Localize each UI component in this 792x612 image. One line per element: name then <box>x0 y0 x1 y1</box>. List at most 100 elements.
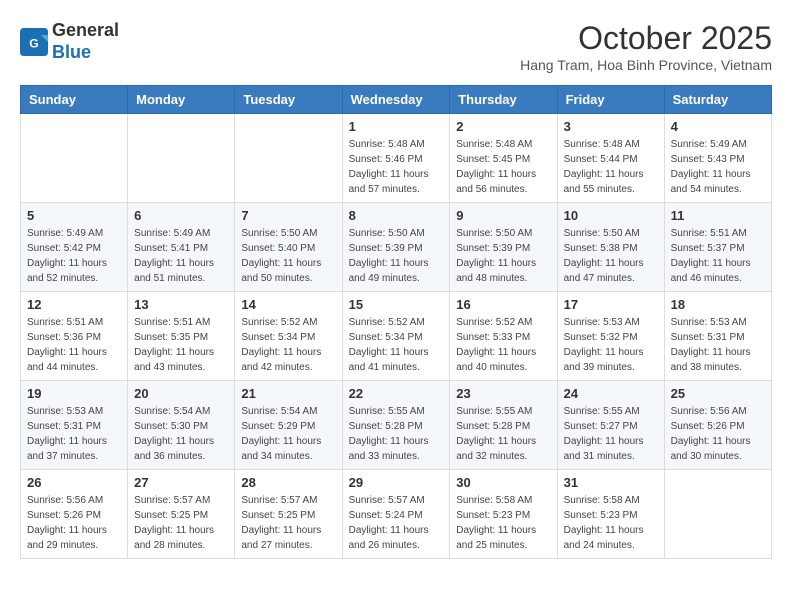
calendar-cell: 2 Sunrise: 5:48 AMSunset: 5:45 PMDaylight… <box>450 114 557 203</box>
day-header-tuesday: Tuesday <box>235 86 342 114</box>
cell-day-number: 15 <box>349 297 444 312</box>
cell-sun-info: Sunrise: 5:57 AMSunset: 5:25 PMDaylight:… <box>241 493 335 553</box>
calendar-cell: 14Sunrise: 5:52 AMSunset: 5:34 PMDayligh… <box>235 292 342 381</box>
title-area: October 2025 Hang Tram, Hoa Binh Provinc… <box>520 20 772 73</box>
cell-sun-info: Sunrise: 5:54 AMSunset: 5:29 PMDaylight:… <box>241 404 335 464</box>
logo-icon: G <box>20 28 48 56</box>
cell-sun-info: Sunrise: 5:48 AMSunset: 5:45 PMDaylight:… <box>456 137 550 197</box>
cell-day-number: 30 <box>456 475 550 490</box>
cell-day-number: 31 <box>564 475 658 490</box>
cell-sun-info: Sunrise: 5:51 AMSunset: 5:35 PMDaylight:… <box>134 315 228 375</box>
cell-sun-info: Sunrise: 5:51 AMSunset: 5:37 PMDaylight:… <box>671 226 765 286</box>
cell-sun-info: Sunrise: 5:51 AMSunset: 5:36 PMDaylight:… <box>27 315 121 375</box>
cell-day-number: 4 <box>671 119 765 134</box>
calendar-cell: 18 Sunrise: 5:53 AMSunset: 5:31 PMDayligh… <box>664 292 771 381</box>
calendar-table: SundayMondayTuesdayWednesdayThursdayFrid… <box>20 85 772 559</box>
cell-day-number: 10 <box>564 208 658 223</box>
cell-day-number: 9 <box>456 208 550 223</box>
calendar-cell: 16 Sunrise: 5:52 AMSunset: 5:33 PMDayligh… <box>450 292 557 381</box>
cell-sun-info: Sunrise: 5:54 AMSunset: 5:30 PMDaylight:… <box>134 404 228 464</box>
calendar-cell: 28 Sunrise: 5:57 AMSunset: 5:25 PMDayligh… <box>235 470 342 559</box>
calendar-cell: 17Sunrise: 5:53 AMSunset: 5:32 PMDayligh… <box>557 292 664 381</box>
cell-day-number: 22 <box>349 386 444 401</box>
cell-day-number: 19 <box>27 386 121 401</box>
calendar-cell: 10Sunrise: 5:50 AMSunset: 5:38 PMDayligh… <box>557 203 664 292</box>
day-header-wednesday: Wednesday <box>342 86 450 114</box>
cell-day-number: 25 <box>671 386 765 401</box>
cell-sun-info: Sunrise: 5:58 AMSunset: 5:23 PMDaylight:… <box>456 493 550 553</box>
cell-day-number: 29 <box>349 475 444 490</box>
cell-sun-info: Sunrise: 5:53 AMSunset: 5:31 PMDaylight:… <box>671 315 765 375</box>
cell-sun-info: Sunrise: 5:48 AMSunset: 5:44 PMDaylight:… <box>564 137 658 197</box>
calendar-week-4: 19 Sunrise: 5:53 AMSunset: 5:31 PMDayligh… <box>21 381 772 470</box>
cell-day-number: 12 <box>27 297 121 312</box>
calendar-week-2: 5 Sunrise: 5:49 AMSunset: 5:42 PMDaylight… <box>21 203 772 292</box>
calendar-cell: 13 Sunrise: 5:51 AMSunset: 5:35 PMDayligh… <box>128 292 235 381</box>
calendar-cell: 4 Sunrise: 5:49 AMSunset: 5:43 PMDaylight… <box>664 114 771 203</box>
calendar-cell: 30 Sunrise: 5:58 AMSunset: 5:23 PMDayligh… <box>450 470 557 559</box>
calendar-header-row: SundayMondayTuesdayWednesdayThursdayFrid… <box>21 86 772 114</box>
svg-text:G: G <box>29 36 39 50</box>
cell-sun-info: Sunrise: 5:57 AMSunset: 5:24 PMDaylight:… <box>349 493 444 553</box>
cell-day-number: 7 <box>241 208 335 223</box>
cell-day-number: 2 <box>456 119 550 134</box>
cell-day-number: 21 <box>241 386 335 401</box>
cell-sun-info: Sunrise: 5:49 AMSunset: 5:42 PMDaylight:… <box>27 226 121 286</box>
logo: G General Blue <box>20 20 119 63</box>
cell-sun-info: Sunrise: 5:49 AMSunset: 5:41 PMDaylight:… <box>134 226 228 286</box>
cell-day-number: 13 <box>134 297 228 312</box>
calendar-cell: 11 Sunrise: 5:51 AMSunset: 5:37 PMDayligh… <box>664 203 771 292</box>
cell-day-number: 17 <box>564 297 658 312</box>
page-header: G General Blue October 2025 Hang Tram, H… <box>20 20 772 73</box>
cell-day-number: 3 <box>564 119 658 134</box>
day-header-thursday: Thursday <box>450 86 557 114</box>
calendar-cell: 26 Sunrise: 5:56 AMSunset: 5:26 PMDayligh… <box>21 470 128 559</box>
calendar-cell: 31Sunrise: 5:58 AMSunset: 5:23 PMDayligh… <box>557 470 664 559</box>
calendar-cell: 24Sunrise: 5:55 AMSunset: 5:27 PMDayligh… <box>557 381 664 470</box>
day-header-sunday: Sunday <box>21 86 128 114</box>
cell-day-number: 5 <box>27 208 121 223</box>
day-header-saturday: Saturday <box>664 86 771 114</box>
calendar-week-3: 12 Sunrise: 5:51 AMSunset: 5:36 PMDayligh… <box>21 292 772 381</box>
cell-day-number: 28 <box>241 475 335 490</box>
day-header-friday: Friday <box>557 86 664 114</box>
cell-day-number: 16 <box>456 297 550 312</box>
cell-day-number: 11 <box>671 208 765 223</box>
calendar-cell: 3 Sunrise: 5:48 AMSunset: 5:44 PMDaylight… <box>557 114 664 203</box>
cell-sun-info: Sunrise: 5:56 AMSunset: 5:26 PMDaylight:… <box>671 404 765 464</box>
cell-day-number: 18 <box>671 297 765 312</box>
calendar-week-5: 26 Sunrise: 5:56 AMSunset: 5:26 PMDayligh… <box>21 470 772 559</box>
calendar-cell: 6Sunrise: 5:49 AMSunset: 5:41 PMDaylight… <box>128 203 235 292</box>
calendar-cell: 12 Sunrise: 5:51 AMSunset: 5:36 PMDayligh… <box>21 292 128 381</box>
cell-sun-info: Sunrise: 5:48 AMSunset: 5:46 PMDaylight:… <box>349 137 444 197</box>
cell-sun-info: Sunrise: 5:55 AMSunset: 5:28 PMDaylight:… <box>349 404 444 464</box>
calendar-cell: 20Sunrise: 5:54 AMSunset: 5:30 PMDayligh… <box>128 381 235 470</box>
calendar-cell: 8 Sunrise: 5:50 AMSunset: 5:39 PMDaylight… <box>342 203 450 292</box>
cell-sun-info: Sunrise: 5:56 AMSunset: 5:26 PMDaylight:… <box>27 493 121 553</box>
calendar-cell: 23Sunrise: 5:55 AMSunset: 5:28 PMDayligh… <box>450 381 557 470</box>
calendar-cell: 25 Sunrise: 5:56 AMSunset: 5:26 PMDayligh… <box>664 381 771 470</box>
calendar-cell: 21 Sunrise: 5:54 AMSunset: 5:29 PMDayligh… <box>235 381 342 470</box>
cell-day-number: 26 <box>27 475 121 490</box>
cell-sun-info: Sunrise: 5:52 AMSunset: 5:34 PMDaylight:… <box>349 315 444 375</box>
calendar-week-1: 1 Sunrise: 5:48 AMSunset: 5:46 PMDaylight… <box>21 114 772 203</box>
cell-day-number: 1 <box>349 119 444 134</box>
logo-blue-text: Blue <box>52 42 91 62</box>
cell-sun-info: Sunrise: 5:49 AMSunset: 5:43 PMDaylight:… <box>671 137 765 197</box>
calendar-cell: 9 Sunrise: 5:50 AMSunset: 5:39 PMDaylight… <box>450 203 557 292</box>
cell-sun-info: Sunrise: 5:50 AMSunset: 5:39 PMDaylight:… <box>349 226 444 286</box>
calendar-cell: 19 Sunrise: 5:53 AMSunset: 5:31 PMDayligh… <box>21 381 128 470</box>
cell-day-number: 8 <box>349 208 444 223</box>
cell-sun-info: Sunrise: 5:55 AMSunset: 5:28 PMDaylight:… <box>456 404 550 464</box>
calendar-cell <box>235 114 342 203</box>
cell-sun-info: Sunrise: 5:50 AMSunset: 5:39 PMDaylight:… <box>456 226 550 286</box>
location-subtitle: Hang Tram, Hoa Binh Province, Vietnam <box>520 57 772 73</box>
cell-day-number: 24 <box>564 386 658 401</box>
cell-sun-info: Sunrise: 5:52 AMSunset: 5:33 PMDaylight:… <box>456 315 550 375</box>
calendar-cell <box>21 114 128 203</box>
logo-general-text: General <box>52 20 119 40</box>
cell-sun-info: Sunrise: 5:53 AMSunset: 5:31 PMDaylight:… <box>27 404 121 464</box>
calendar-cell: 1 Sunrise: 5:48 AMSunset: 5:46 PMDaylight… <box>342 114 450 203</box>
calendar-cell: 22 Sunrise: 5:55 AMSunset: 5:28 PMDayligh… <box>342 381 450 470</box>
calendar-cell: 27Sunrise: 5:57 AMSunset: 5:25 PMDayligh… <box>128 470 235 559</box>
